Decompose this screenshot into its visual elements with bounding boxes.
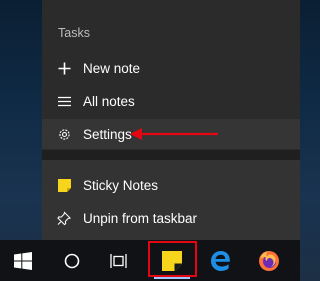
edge-button[interactable] [198, 240, 244, 281]
jumplist-item-sticky-notes[interactable]: Sticky Notes [42, 170, 300, 200]
active-app-indicator [154, 277, 190, 279]
circle-search-icon [64, 253, 80, 268]
all-notes-label: All notes [83, 93, 135, 109]
task-view-icon [110, 253, 127, 268]
settings-label: Settings [83, 126, 132, 142]
start-button[interactable] [0, 240, 46, 281]
jumplist-item-new-note[interactable]: New note [42, 53, 300, 83]
list-icon [57, 94, 71, 108]
annotation-arrow [130, 128, 218, 140]
jumplist-app-section: Sticky Notes Unpin from taskbar [42, 160, 300, 240]
gear-icon [57, 127, 71, 141]
plus-icon [57, 61, 71, 75]
firefox-icon [259, 250, 279, 271]
annotation-highlight-box [148, 241, 197, 277]
firefox-button[interactable] [246, 240, 292, 281]
task-view-button[interactable] [96, 240, 142, 281]
unpin-label: Unpin from taskbar [83, 210, 198, 226]
edge-icon [211, 250, 230, 271]
tasks-section-title: Tasks [58, 26, 90, 40]
cortana-button[interactable] [49, 240, 95, 281]
jumplist-separator [42, 150, 300, 160]
sticky-notes-app-icon [57, 178, 71, 192]
jumplist-item-unpin[interactable]: Unpin from taskbar [42, 203, 300, 233]
jumplist-item-all-notes[interactable]: All notes [42, 86, 300, 116]
windows-logo-icon [14, 251, 32, 270]
unpin-icon [57, 210, 71, 225]
jump-list: Tasks New note All notes Settings Sticky… [42, 0, 300, 240]
sticky-notes-label: Sticky Notes [83, 177, 159, 193]
new-note-label: New note [83, 60, 141, 76]
